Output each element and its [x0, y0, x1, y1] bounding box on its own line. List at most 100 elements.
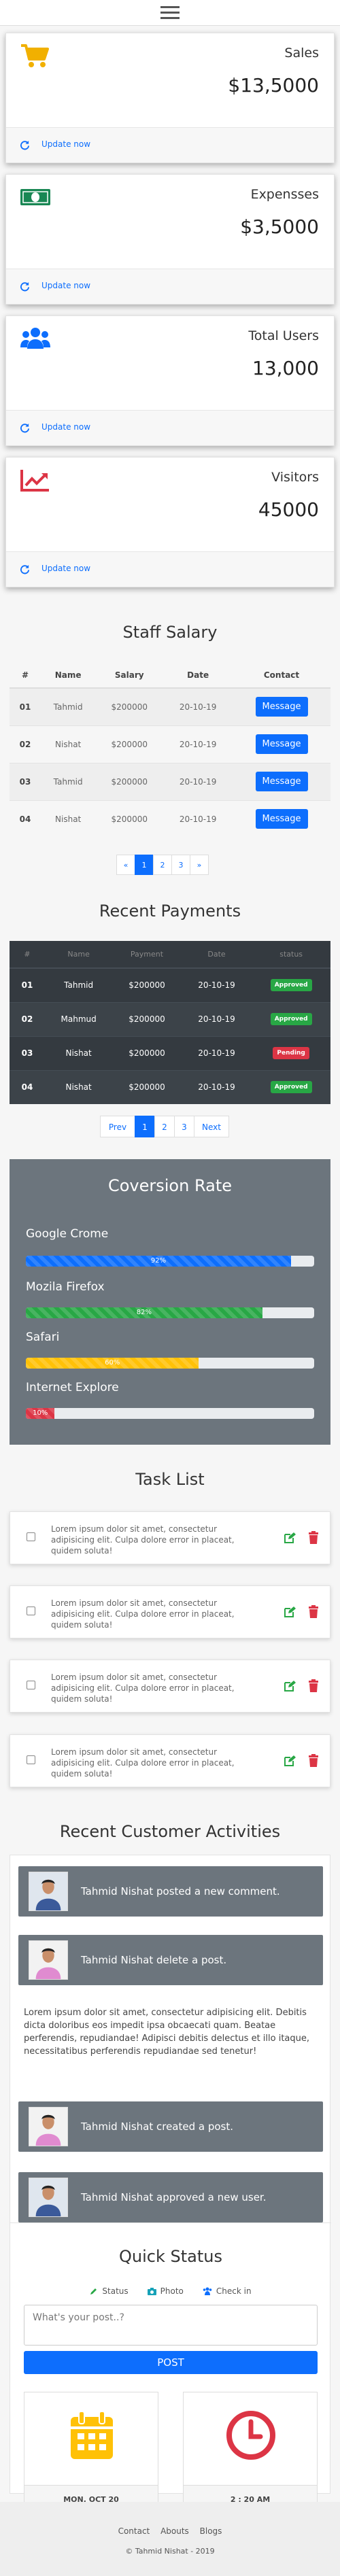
pagination-page[interactable]: 3: [171, 855, 190, 875]
progress-bar-chrome: 92%: [26, 1256, 292, 1267]
refresh-icon[interactable]: [20, 281, 30, 292]
row-number: 02: [10, 1001, 45, 1036]
salary-date: 20-10-19: [163, 762, 233, 800]
message-button[interactable]: Message: [255, 697, 308, 717]
recent-payments-table: # Name Payment Date status 01 Tahmid $20…: [10, 941, 330, 1104]
staff-salary: $200000: [95, 762, 164, 800]
trash-icon[interactable]: [308, 1605, 319, 1618]
payment-amount: $200000: [112, 1001, 182, 1036]
card-title: Sales: [284, 46, 319, 61]
card-footer: Update now: [6, 410, 334, 445]
table-row: 01 Tahmid $200000 20-10-19 Message: [10, 687, 330, 725]
task-checkbox[interactable]: [27, 1681, 35, 1689]
pagination-page[interactable]: 2: [153, 855, 172, 875]
calendar-icon: [71, 2411, 113, 2459]
refresh-icon[interactable]: [20, 564, 30, 574]
clock-icon: [226, 2411, 275, 2460]
row-number: 04: [10, 800, 41, 838]
pagination-page[interactable]: 1: [135, 855, 154, 875]
post-input[interactable]: What's your post..?: [24, 2305, 318, 2346]
payment-date: 20-10-19: [181, 1069, 252, 1104]
tab-label: Status: [102, 2286, 129, 2296]
pagination-prev[interactable]: «: [116, 855, 135, 875]
task-item: Lorem ipsum dolor sit amet, consectetur …: [10, 1511, 330, 1564]
row-number: 01: [10, 967, 45, 1002]
update-now-link[interactable]: Update now: [41, 422, 90, 432]
staff-salary: $200000: [95, 687, 164, 725]
message-button[interactable]: Message: [255, 734, 308, 754]
staff-name: Nishat: [41, 725, 96, 763]
activities-panel: Tahmid Nishat posted a new comment. Tahm…: [10, 1855, 331, 2514]
activity-text: Tahmid Nishat created a post.: [81, 2120, 234, 2133]
row-number: 03: [10, 762, 41, 800]
progress-track: 10%: [26, 1408, 314, 1419]
edit-icon[interactable]: [284, 1532, 296, 1544]
staff-name: Nishat: [41, 800, 96, 838]
tab-status[interactable]: Status: [90, 2286, 129, 2296]
task-list-title: Task List: [135, 1470, 205, 1489]
salary-date: 20-10-19: [163, 687, 233, 725]
footer-link-abouts[interactable]: Abouts: [160, 2526, 189, 2536]
status-badge: Pending: [273, 1047, 309, 1059]
column-header: Payment: [112, 941, 182, 969]
hamburger-menu-icon[interactable]: [160, 6, 180, 20]
progress-track: 92%: [26, 1256, 314, 1267]
activity-text: Tahmid Nishat posted a new comment.: [81, 1885, 280, 1897]
table-row: 02 Mahmud $200000 20-10-19 Approved: [10, 1001, 330, 1036]
task-text: Lorem ipsum dolor sit amet, consectetur …: [51, 1524, 235, 1556]
trash-icon[interactable]: [308, 1754, 319, 1767]
column-header: Contact: [233, 662, 330, 689]
pagination-page[interactable]: 2: [154, 1116, 175, 1137]
row-number: 04: [10, 1069, 45, 1104]
pagination-page[interactable]: 3: [174, 1116, 194, 1137]
progress-bar-safari: 60%: [26, 1358, 199, 1369]
salary-date: 20-10-19: [163, 725, 233, 763]
message-button[interactable]: Message: [255, 809, 308, 829]
update-now-link[interactable]: Update now: [41, 564, 90, 573]
post-button[interactable]: POST: [24, 2351, 318, 2374]
task-text: Lorem ipsum dolor sit amet, consectetur …: [51, 1672, 235, 1704]
sales-card: Sales $13,5000 Update now: [5, 33, 335, 163]
footer-link-contact[interactable]: Contact: [118, 2526, 150, 2536]
refresh-icon[interactable]: [20, 423, 30, 433]
task-checkbox[interactable]: [27, 1607, 35, 1615]
payment-amount: $200000: [112, 967, 182, 1002]
trash-icon[interactable]: [308, 1531, 319, 1544]
payments-pagination: Prev 1 2 3 Next: [100, 1116, 229, 1137]
pagination-next[interactable]: Next: [194, 1116, 229, 1137]
update-now-link[interactable]: Update now: [41, 281, 90, 290]
pagination-page[interactable]: 1: [135, 1116, 155, 1137]
update-now-link[interactable]: Update now: [41, 139, 90, 149]
status-badge: Approved: [270, 1081, 312, 1094]
date-card: MON, OCT 20: [24, 2392, 158, 2514]
task-checkbox[interactable]: [27, 1755, 35, 1764]
payment-date: 20-10-19: [181, 967, 252, 1002]
table-row: 04 Nishat $200000 20-10-19 Approved: [10, 1069, 330, 1104]
staff-salary: $200000: [95, 725, 164, 763]
tab-label: Photo: [160, 2286, 184, 2296]
copyright-text: Tahmid Nishat - 2019: [135, 2547, 215, 2556]
activity-item: Tahmid Nishat approved a new user.: [18, 2172, 323, 2222]
status-badge: Approved: [270, 979, 312, 992]
pagination-prev[interactable]: Prev: [100, 1116, 135, 1137]
edit-icon[interactable]: [284, 1680, 296, 1692]
task-text: Lorem ipsum dolor sit amet, consectetur …: [51, 1598, 235, 1630]
column-header: Date: [163, 662, 233, 689]
task-checkbox[interactable]: [27, 1532, 35, 1541]
pagination-next[interactable]: »: [190, 855, 209, 875]
staff-name: Tahmid: [41, 762, 96, 800]
cart-icon: [21, 44, 49, 67]
edit-icon[interactable]: [284, 1606, 296, 1618]
footer-link-blogs[interactable]: Blogs: [200, 2526, 222, 2536]
card-value: 13,000: [252, 357, 319, 379]
footer: Contact Abouts Blogs © Tahmid Nishat - 2…: [0, 2502, 340, 2576]
edit-icon[interactable]: [284, 1755, 296, 1767]
activity-item: Tahmid Nishat delete a post.: [18, 1935, 323, 1985]
column-header: Date: [181, 941, 252, 969]
message-button[interactable]: Message: [255, 772, 308, 791]
tab-photo[interactable]: Photo: [147, 2286, 184, 2296]
refresh-icon[interactable]: [20, 140, 30, 150]
trash-icon[interactable]: [308, 1679, 319, 1692]
tab-check-in[interactable]: Check in: [203, 2286, 252, 2296]
card-value: 45000: [258, 498, 319, 521]
